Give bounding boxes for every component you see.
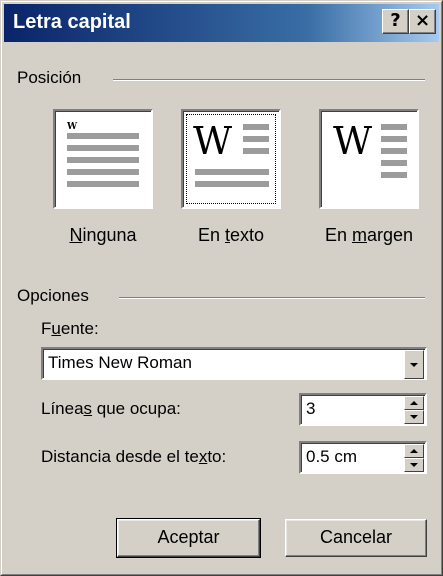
text-line [195, 169, 269, 175]
distance-value: 0.5 cm [306, 447, 358, 466]
lines-label: Líneas que ocupa: [41, 399, 181, 419]
label-mnemonic: m [351, 225, 367, 245]
help-button[interactable]: ? [382, 9, 409, 34]
label-text: En [324, 225, 352, 245]
text-line [381, 124, 407, 130]
drop-cap-none-label[interactable]: Ninguna [38, 225, 168, 246]
dialog-title: Letra capital [13, 11, 131, 33]
text-line [381, 160, 407, 166]
font-label: Fuente: [41, 319, 99, 339]
font-select-value: Times New Roman [48, 353, 192, 372]
drop-cap-in-text-option[interactable]: W [181, 109, 281, 209]
close-button[interactable]: × [409, 9, 436, 34]
text-line [67, 133, 139, 139]
drop-cap-none-option[interactable]: W [53, 109, 153, 209]
distance-label: Distancia desde el texto: [41, 447, 226, 467]
text-line [243, 136, 269, 142]
label-text: Línea [41, 399, 84, 418]
label-mnemonic: N [69, 225, 83, 245]
label-text: que ocupa: [92, 399, 181, 418]
font-select-dropdown-button[interactable] [404, 350, 424, 379]
label-mnemonic: u [51, 319, 61, 338]
text-line [67, 169, 139, 175]
cancel-button[interactable]: Cancelar [285, 519, 427, 557]
preview-letter: W [193, 119, 233, 163]
chevron-up-icon [410, 449, 418, 453]
lines-decrement-button[interactable] [404, 410, 424, 424]
distance-increment-button[interactable] [404, 444, 424, 458]
lines-value: 3 [306, 399, 316, 418]
drop-cap-dialog: Letra capital ? × Posición W W W Ninguna… [0, 0, 443, 576]
text-line [195, 181, 269, 187]
drop-cap-in-margin-label[interactable]: En margen [304, 225, 434, 246]
label-text: F [41, 319, 52, 338]
drop-cap-in-margin-option[interactable]: W [319, 109, 419, 209]
position-group-divider [113, 79, 425, 81]
chevron-up-icon [410, 401, 418, 405]
chevron-down-icon [410, 463, 418, 467]
text-line [243, 124, 269, 130]
label-text: to: [207, 447, 227, 466]
chevron-down-icon [410, 363, 418, 367]
preview-letter: W [333, 119, 373, 163]
label-text: Distancia desde el te [41, 447, 199, 466]
lines-increment-button[interactable] [404, 396, 424, 410]
label-text: argen [366, 225, 414, 245]
text-line [67, 181, 139, 187]
distance-spinner[interactable]: 0.5 cm [299, 441, 427, 474]
label-text: inguna [82, 225, 137, 245]
preview-letter: W [67, 122, 78, 132]
text-line [243, 148, 269, 154]
label-text: exto [230, 225, 265, 245]
text-line [67, 145, 139, 151]
ok-button[interactable]: Aceptar [116, 518, 261, 558]
label-mnemonic: s [83, 399, 93, 418]
label-text: En [197, 225, 225, 245]
text-line [381, 172, 407, 178]
text-line [381, 136, 407, 142]
font-select[interactable]: Times New Roman [41, 347, 427, 380]
text-line [67, 157, 139, 163]
position-group-label: Posición [17, 68, 90, 88]
drop-cap-in-text-label[interactable]: En texto [166, 225, 296, 246]
text-line [381, 148, 407, 154]
chevron-down-icon [410, 415, 418, 419]
options-group-label: Opciones [17, 286, 97, 306]
options-group-divider [119, 297, 425, 299]
lines-spinner[interactable]: 3 [299, 393, 427, 426]
distance-decrement-button[interactable] [404, 458, 424, 472]
title-bar[interactable]: Letra capital ? × [4, 4, 439, 42]
label-text: ente: [60, 319, 99, 338]
